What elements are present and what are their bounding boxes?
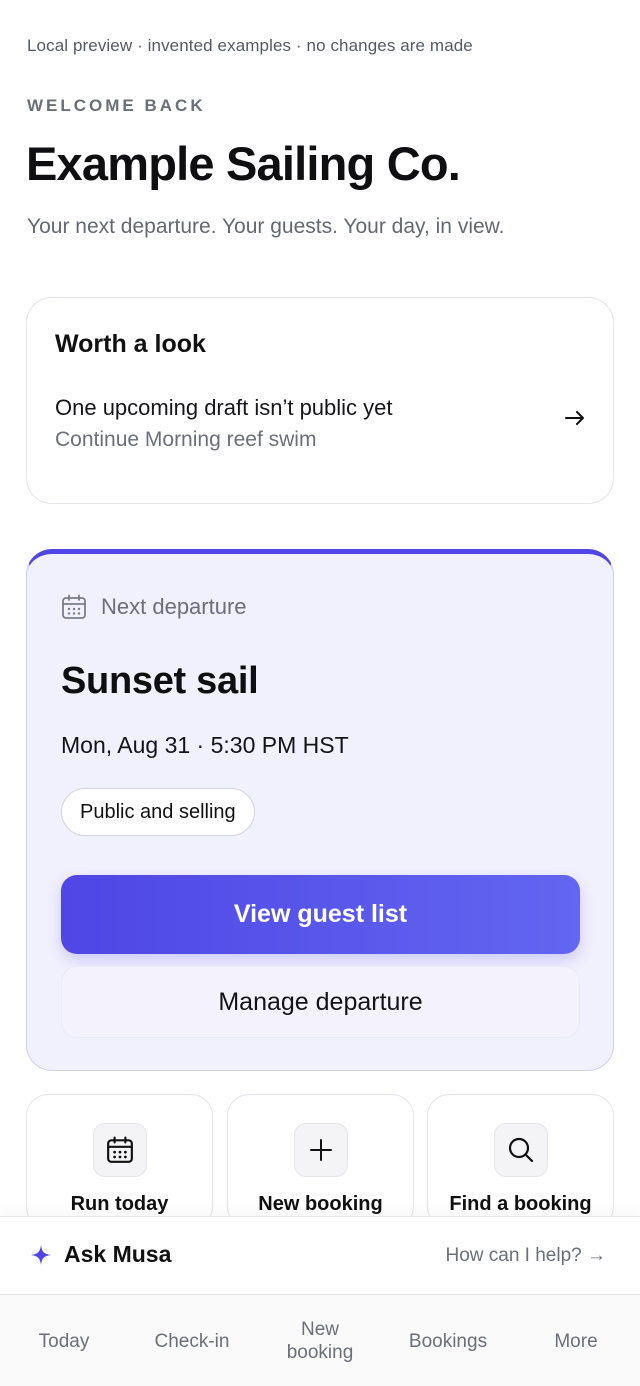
tab-check-in[interactable]: Check-in [132,1295,252,1386]
worth-a-look-card[interactable]: Worth a look One upcoming draft isn’t pu… [26,297,614,504]
calendar-icon [62,594,86,619]
view-guest-list-button[interactable]: View guest list [61,875,580,954]
quick-action-run-today[interactable]: Run today [26,1094,213,1229]
preview-note: Local preview · invented examples · no c… [27,36,473,55]
tab-today[interactable]: Today [8,1295,120,1386]
ask-musa-hint[interactable]: How can I help? → [445,1245,606,1267]
tab-new-booking[interactable]: New booking [270,1295,370,1386]
tab-more[interactable]: More [526,1295,626,1386]
welcome-eyebrow: WELCOME BACK [27,96,206,115]
calendar-icon [93,1123,147,1177]
plus-icon [294,1123,348,1177]
page-title: Example Sailing Co. [26,137,461,190]
quick-action-new-booking[interactable]: New booking [227,1094,414,1229]
status-badge: Public and selling [61,788,255,836]
draft-continue-link[interactable]: Continue Morning reef swim [55,428,316,452]
manage-departure-button[interactable]: Manage departure [61,966,580,1038]
quick-action-find-booking[interactable]: Find a booking [427,1094,614,1229]
ask-musa-title: Ask Musa [64,1241,172,1267]
quick-action-label: New booking [258,1193,383,1215]
next-departure-label-row: Next departure [61,594,247,620]
ask-musa-left: Ask Musa [30,1241,171,1268]
departure-datetime: Mon, Aug 31 · 5:30 PM HST [61,732,349,758]
arrow-right-icon[interactable] [565,410,585,426]
next-departure-label: Next departure [101,594,247,619]
draft-message: One upcoming draft isn’t public yet [55,395,393,420]
search-icon [494,1123,548,1177]
quick-action-label: Run today [70,1193,169,1215]
quick-action-label: Find a booking [449,1193,592,1215]
tab-bookings[interactable]: Bookings [388,1295,508,1386]
next-departure-card: Next departure Sunset sail Mon, Aug 31 ·… [26,549,614,1071]
ask-musa-bar[interactable]: Ask Musa How can I help? → [0,1216,640,1294]
page-subtitle: Your next departure. Your guests. Your d… [27,215,505,238]
departure-title: Sunset sail [61,660,259,702]
bottom-tab-bar: Today Check-in New booking Bookings More [0,1294,640,1386]
sparkle-icon [31,1244,51,1265]
worth-a-look-heading: Worth a look [55,330,206,358]
